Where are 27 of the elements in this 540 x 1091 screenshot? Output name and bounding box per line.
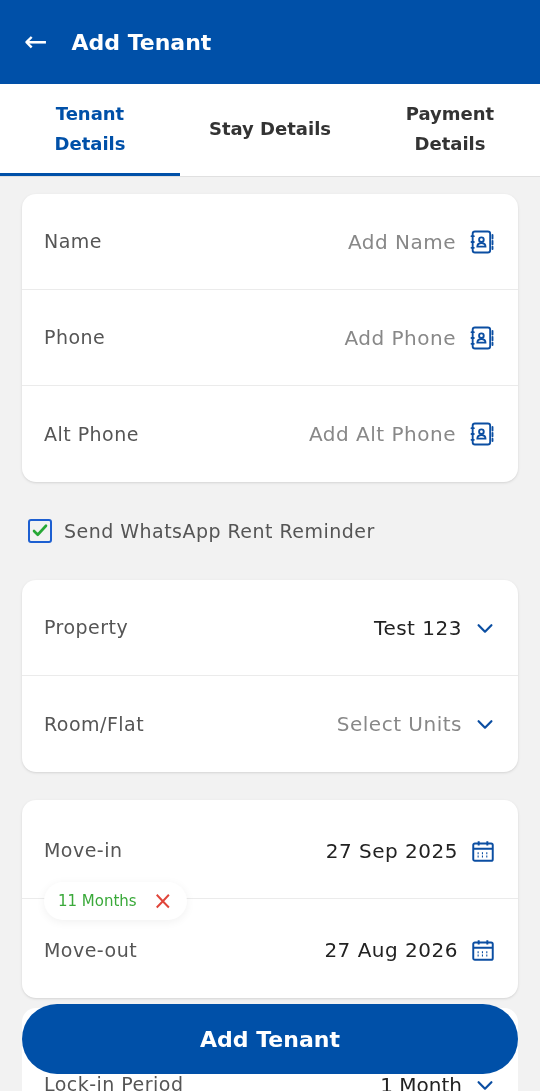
field-label: Room/Flat [44, 711, 145, 737]
field-label: Move-in [44, 838, 123, 864]
checkbox[interactable] [28, 519, 52, 543]
tab[interactable]: Stay Details [180, 84, 360, 176]
input-field[interactable]: Add Alt Phone [226, 419, 456, 449]
tab[interactable]: Tenant Details [0, 84, 180, 176]
contact-book-icon[interactable] [468, 420, 496, 448]
duration-label: 11 Months [58, 890, 137, 912]
date-value[interactable]: 27 Aug 2026 [324, 935, 458, 965]
field-label: Lock-in Period [44, 1072, 184, 1091]
calendar-icon[interactable] [470, 937, 496, 963]
back-button[interactable]: ← [24, 28, 48, 56]
date-value[interactable]: 27 Sep 2025 [325, 835, 458, 866]
field-label: Move-out [44, 937, 138, 963]
input-field[interactable]: Add Name [226, 226, 456, 257]
select-value[interactable]: Test 123 [374, 612, 462, 643]
field-label: Alt Phone [44, 421, 139, 447]
select-value[interactable]: Select Units [336, 709, 462, 739]
reminder-label: Send WhatsApp Rent Reminder [64, 518, 375, 544]
input-field[interactable]: Add Phone [226, 322, 456, 353]
add-tenant-button[interactable]: Add Tenant [22, 1004, 518, 1074]
remove-button[interactable]: × [152, 889, 173, 913]
tab[interactable]: Payment Details [360, 84, 540, 176]
field-label: Name [44, 229, 102, 255]
field-label: Phone [44, 325, 106, 351]
page-title: Add Tenant [71, 28, 212, 57]
field-label: Property [44, 615, 129, 641]
